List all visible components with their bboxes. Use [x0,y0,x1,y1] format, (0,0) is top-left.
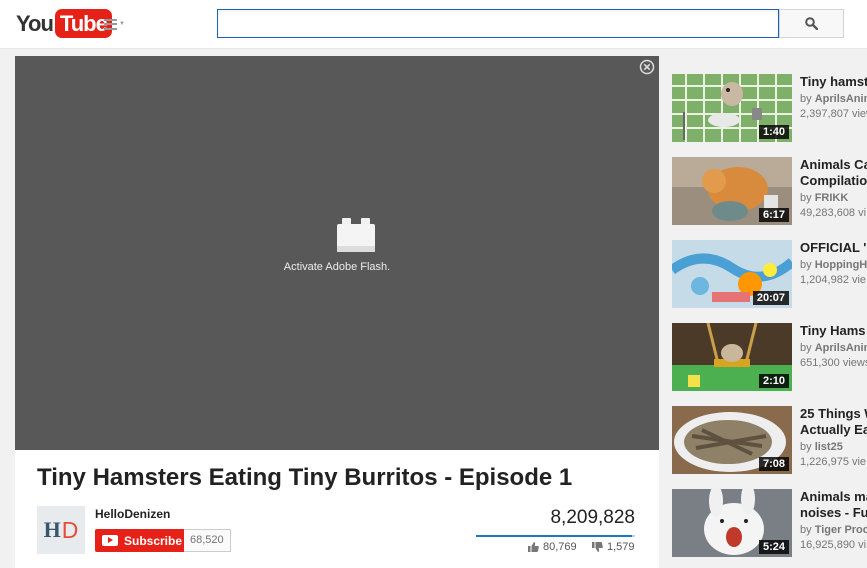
channel-link[interactable]: FRIKK [815,192,849,204]
related-video-channel: by FRIKK [800,191,867,206]
by-label: by [800,524,815,536]
like-dislike-ratio-bar [476,535,635,537]
related-video-item[interactable]: 5:24 Animals ma noises - Fu by Tiger Pro… [672,489,867,559]
youtube-logo[interactable]: You Tube [16,9,112,38]
subscriber-count: 68,520 [184,529,231,552]
plugin-brick-icon[interactable] [337,218,375,254]
channel-name-link[interactable]: HelloDenizen [95,507,170,521]
channel-link[interactable]: Tiger Proc [815,524,867,536]
related-video-channel: by HoppingH [800,258,867,273]
masthead: You Tube ▼ [0,0,867,49]
video-title: Tiny Hamsters Eating Tiny Burritos - Epi… [37,464,573,491]
related-video-item[interactable]: 2:10 Tiny Hams by AprilsAnim 651,300 vie… [672,323,867,393]
search-button[interactable] [779,9,844,38]
related-video-views: 1,226,975 vie [800,456,867,468]
related-video-views: 16,925,890 vi [800,539,867,551]
flash-activation-message[interactable]: Activate Adobe Flash. [15,261,659,273]
thumbs-up-icon [528,542,539,552]
by-label: by [800,259,815,271]
channel-link[interactable]: HoppingH [815,259,867,271]
related-video-views: 651,300 views [800,357,867,369]
video-player[interactable]: Activate Adobe Flash. [15,56,659,450]
related-video-channel: by AprilsAnim [800,341,867,356]
related-video-channel: by list25 [800,440,867,455]
dislike-count: 1,579 [607,541,635,553]
logo-you-text: You [16,10,54,36]
related-video-views: 1,204,982 vie [800,274,867,286]
channel-link[interactable]: AprilsAnim [815,93,867,105]
youtube-play-icon [102,535,118,546]
search-icon [805,17,818,30]
video-duration: 5:24 [758,540,789,554]
video-thumbnail[interactable]: 1:40 [672,74,792,142]
search-input[interactable] [217,9,779,38]
by-label: by [800,93,815,105]
video-duration: 6:17 [758,208,789,222]
by-label: by [800,342,815,354]
video-thumbnail[interactable]: 6:17 [672,157,792,225]
by-label: by [800,441,815,453]
video-thumbnail[interactable]: 7:08 [672,406,792,474]
related-video-views: 49,283,608 vi [800,207,867,219]
related-video-item[interactable]: 20:07 OFFICIAL ' by HoppingH 1,204,982 v… [672,240,867,310]
avatar-letter-d: D [61,516,79,543]
related-video-title[interactable]: OFFICIAL ' [800,240,867,256]
avatar-letter-h: H [43,517,61,542]
like-button[interactable]: 80,769 [528,541,577,553]
channel-link[interactable]: AprilsAnim [815,342,867,354]
related-video-channel: by Tiger Proc [800,523,867,538]
related-video-item[interactable]: 7:08 25 Things W Actually Ea by list25 1… [672,406,867,476]
related-video-title[interactable]: Animals Ca Compilatio [800,157,867,189]
video-duration: 1:40 [758,125,789,139]
dislike-button[interactable]: 1,579 [592,541,635,553]
related-video-item[interactable]: 1:40 Tiny hamst by AprilsAnim 2,397,807 … [672,74,867,144]
channel-link[interactable]: list25 [815,441,843,453]
like-ratio-fill [476,535,632,537]
subscribe-button[interactable]: Subscribe [95,529,191,552]
video-thumbnail[interactable]: 5:24 [672,489,792,557]
caret-down-icon: ▼ [119,21,125,27]
channel-avatar[interactable]: H D [37,506,85,554]
video-info-panel: Tiny Hamsters Eating Tiny Burritos - Epi… [15,450,659,568]
related-video-title[interactable]: Animals ma noises - Fu [800,489,867,521]
video-duration: 2:10 [758,374,789,388]
video-thumbnail[interactable]: 2:10 [672,323,792,391]
hamburger-icon [104,18,117,30]
related-video-title[interactable]: 25 Things W Actually Ea [800,406,867,438]
video-duration: 7:08 [758,457,789,471]
guide-menu-button[interactable]: ▼ [104,16,128,32]
subscribe-label: Subscribe [124,533,183,548]
close-icon[interactable] [639,59,655,75]
related-video-channel: by AprilsAnim [800,92,867,107]
related-video-title[interactable]: Tiny Hams [800,323,867,339]
related-video-item[interactable]: 6:17 Animals Ca Compilatio by FRIKK 49,2… [672,157,867,227]
related-video-title[interactable]: Tiny hamst [800,74,867,90]
like-count: 80,769 [543,541,577,553]
thumbs-down-icon [592,542,603,552]
video-thumbnail[interactable]: 20:07 [672,240,792,308]
related-video-views: 2,397,807 view [800,108,867,120]
video-duration: 20:07 [752,291,789,305]
by-label: by [800,192,815,204]
view-count: 8,209,828 [550,507,635,528]
